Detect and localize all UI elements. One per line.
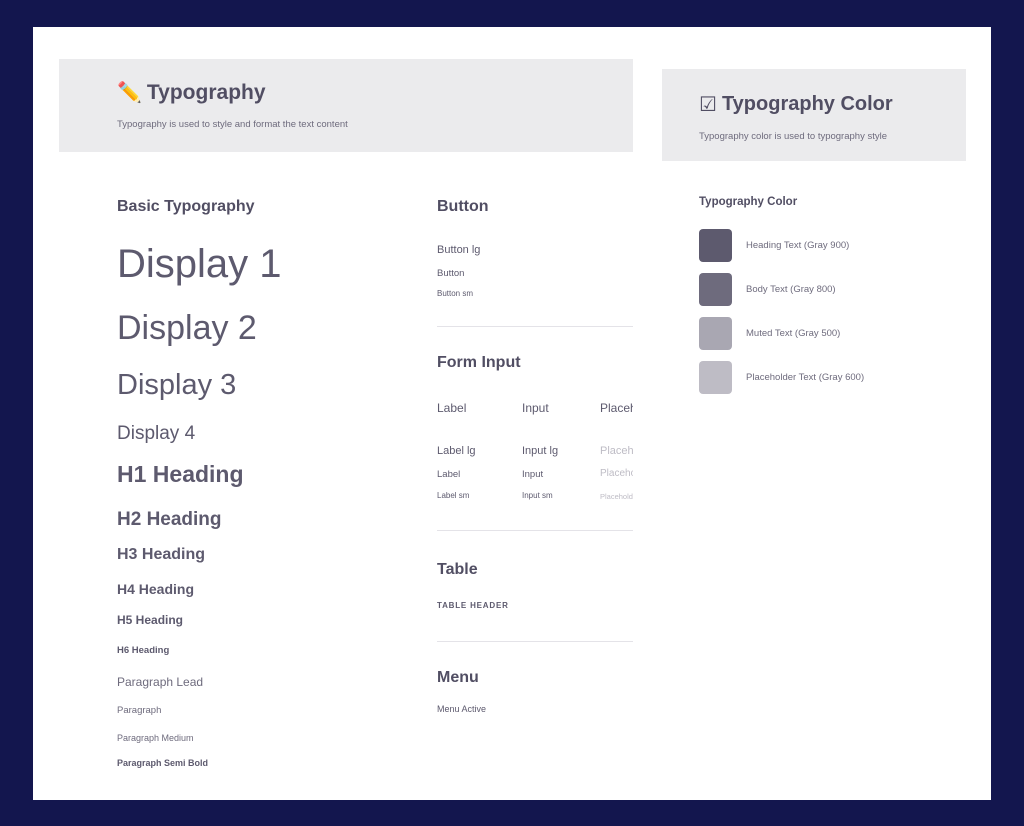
paragraph-medium: Paragraph Medium [117,733,194,743]
h1-heading: H1 Heading [117,461,244,487]
typography-header: ✏️ Typography Typography is used to styl… [59,59,633,152]
color-item-placeholder: Placeholder Text (Gray 600) [699,361,864,394]
h3-heading: H3 Heading [117,546,206,563]
input-lg-sample: Input lg [522,445,559,457]
h2-heading: H2 Heading [117,509,222,530]
divider [437,326,633,327]
color-label: Muted Text (Gray 500) [746,328,841,339]
color-item-body: Body Text (Gray 800) [699,273,836,306]
typography-color-subtitle: Typography color is used to typography s… [699,131,887,142]
label-lg-sample: Label lg [437,445,476,457]
typography-color-title: Typography Color [721,93,893,115]
button-sm-sample: Button sm [437,289,474,298]
placeholder-sample: Placeholder [600,468,633,479]
typography-subtitle: Typography is used to style and format t… [117,119,348,130]
h4-heading: H4 Heading [117,581,195,597]
label-sample: Label [437,469,461,480]
typography-title: Typography [146,81,266,104]
menu-section-title: Menu [437,669,479,686]
basic-typography-title: Basic Typography [117,198,255,215]
input-sample: Input [522,469,544,480]
display-4: Display 4 [117,423,196,444]
color-label: Heading Text (Gray 900) [746,240,850,251]
divider [437,641,633,642]
h6-heading: H6 Heading [117,645,170,656]
form-header-input: Input [522,401,549,415]
button-lg-sample: Button lg [437,244,481,256]
menu-active-sample: Menu Active [437,704,487,714]
typography-color-title-row: ☑ Typography Color [699,93,893,116]
color-item-muted: Muted Text (Gray 500) [699,317,840,350]
form-header-label: Label [437,401,467,415]
checkbox-icon: ☑ [699,93,717,116]
canvas: ✏️ Typography Typography is used to styl… [33,27,991,800]
table-section-title: Table [437,561,478,578]
display-3: Display 3 [117,369,237,401]
color-item-heading: Heading Text (Gray 900) [699,229,849,262]
display-2: Display 2 [117,309,257,347]
placeholder-lg-sample: Placeholder lg [600,445,633,457]
color-label: Placeholder Text (Gray 600) [746,372,865,383]
form-input-section-title: Form Input [437,354,521,371]
color-label: Body Text (Gray 800) [746,284,836,295]
typography-title-row: ✏️ Typography [117,81,266,105]
display-1: Display 1 [117,242,282,286]
placeholder-sm-sample: Placeholder sm [600,492,633,501]
paragraph-lead: Paragraph Lead [117,675,204,689]
input-sm-sample: Input sm [522,491,553,500]
color-swatch [699,273,732,306]
typography-color-header: ☑ Typography Color Typography color is u… [662,69,966,161]
button-sample: Button [437,268,465,279]
color-swatch [699,361,732,394]
label-sm-sample: Label sm [437,491,470,500]
table-header-sample: TABLE HEADER [437,601,509,610]
pencil-icon: ✏️ [117,82,142,104]
divider [437,530,633,531]
paragraph: Paragraph [117,705,162,716]
typography-color-list-title: Typography Color [699,196,798,208]
color-swatch [699,229,732,262]
button-section-title: Button [437,198,489,215]
h5-heading: H5 Heading [117,613,184,627]
components-column: Button Button lg Button Button sm Form I… [437,177,633,777]
form-header-placeholder: Placeholder [600,401,633,415]
paragraph-semi-bold: Paragraph Semi Bold [117,758,209,768]
color-swatch [699,317,732,350]
